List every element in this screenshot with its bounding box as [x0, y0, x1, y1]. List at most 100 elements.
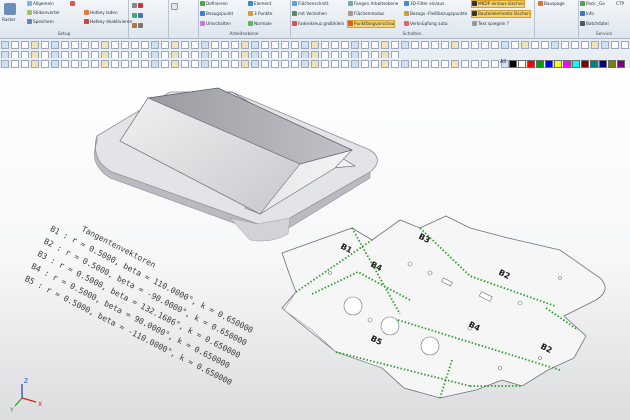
toolbar-tool-icon[interactable] — [481, 60, 489, 68]
normale-button[interactable]: Normale — [248, 21, 272, 27]
bezugspunkte-button[interactable]: Bezugs.-Fleißbezugspunkte — [404, 11, 467, 17]
grid-icon[interactable] — [4, 3, 16, 15]
color-swatch[interactable] — [617, 60, 625, 68]
toolbar-tool-icon[interactable] — [251, 41, 259, 49]
toolbar-tool-icon[interactable] — [1, 60, 9, 68]
toolbar-tool-icon[interactable] — [131, 41, 139, 49]
color-swatch[interactable] — [545, 60, 553, 68]
tool-icon-c[interactable] — [132, 23, 144, 29]
toolbar-tool-icon[interactable] — [281, 41, 289, 49]
toolbar-tool-icon[interactable] — [401, 41, 409, 49]
toolbar-tool-icon[interactable] — [171, 41, 179, 49]
toolbar-tool-icon[interactable] — [321, 41, 329, 49]
toolbar-tool-icon[interactable] — [341, 41, 349, 49]
toolbar-tool-icon[interactable] — [461, 60, 469, 68]
toolbar-tool-icon[interactable] — [191, 60, 199, 68]
toolbar-tool-icon[interactable] — [241, 60, 249, 68]
toolbar-tool-icon[interactable] — [471, 60, 479, 68]
toolbar-tool-icon[interactable] — [71, 60, 79, 68]
flaechenschnitt-button[interactable]: Flächenschnitt — [292, 1, 329, 7]
color-swatch[interactable] — [608, 60, 616, 68]
toolbar-tool-icon[interactable] — [291, 60, 299, 68]
toolbar-tool-icon[interactable] — [481, 41, 489, 49]
toolbar-tool-icon[interactable] — [571, 41, 579, 49]
toolbar-tool-icon[interactable] — [391, 60, 399, 68]
toolbar-tool-icon[interactable] — [61, 41, 69, 49]
toolbar-tool-icon[interactable] — [261, 60, 269, 68]
raster-button[interactable]: Raster — [2, 17, 16, 23]
toolbar-tool-icon[interactable] — [191, 41, 199, 49]
definieren-button[interactable]: Definieren — [200, 1, 228, 7]
toolbar-tool-icon[interactable] — [461, 41, 469, 49]
toolbar-tool-icon[interactable] — [31, 60, 39, 68]
toolbar-tool-icon[interactable] — [361, 60, 369, 68]
toolbar-tool-icon[interactable] — [41, 60, 49, 68]
toolbar-tool-icon[interactable] — [161, 41, 169, 49]
toolbar-tool-icon[interactable] — [401, 60, 409, 68]
toolbar-tool-icon[interactable] — [181, 41, 189, 49]
color-swatch[interactable] — [572, 60, 580, 68]
bauteilelemente-button[interactable]: Bauteilelemente löschen — [471, 10, 531, 18]
toolbar-tool-icon[interactable] — [421, 41, 429, 49]
toolbar-tool-icon[interactable] — [351, 41, 359, 49]
toolbar-tool-icon[interactable] — [151, 41, 159, 49]
all-colors-button[interactable]: All — [500, 59, 506, 65]
text-spiegeln-button[interactable]: Text spiegeln ? — [472, 21, 509, 27]
color-swatch[interactable] — [509, 60, 517, 68]
toolbar-tool-icon[interactable] — [81, 60, 89, 68]
speichern-button[interactable]: Speichern — [27, 19, 54, 25]
toolbar-tool-icon[interactable] — [331, 41, 339, 49]
cad-viewport[interactable]: Tangentenvektoren B1 : r = 0.5000, beta … — [0, 68, 630, 420]
mkdp-button[interactable]: MKDP ein/aus löschen — [470, 0, 526, 8]
toolbar-tool-icon[interactable] — [281, 60, 289, 68]
setup-extra-button[interactable] — [70, 1, 76, 7]
toolbar-tool-icon[interactable] — [141, 60, 149, 68]
batchdatei-button[interactable]: Batchdatei — [580, 21, 609, 27]
toolbar-tool-icon[interactable] — [271, 41, 279, 49]
color-swatch[interactable] — [554, 60, 562, 68]
flat-pattern[interactable]: B1 B2 B3 B4 B4 B5 B2 — [281, 215, 606, 399]
toolbar-tool-icon[interactable] — [211, 60, 219, 68]
toolbar-tool-icon[interactable] — [431, 60, 439, 68]
toolbar-tool-icon[interactable] — [501, 41, 509, 49]
color-swatch[interactable] — [590, 60, 598, 68]
toolbar-tool-icon[interactable] — [541, 41, 549, 49]
flaechenmodus-button[interactable]: Flächenmodus — [348, 11, 384, 17]
toolbar-tool-icon[interactable] — [11, 41, 19, 49]
drei-punkte-button[interactable]: 3 Punkte — [248, 11, 272, 17]
toolbar-tool-icon[interactable] — [171, 60, 179, 68]
toolbar-tool-icon[interactable] — [621, 41, 629, 49]
toolbar-tool-icon[interactable] — [371, 41, 379, 49]
toolbar-tool-icon[interactable] — [101, 41, 109, 49]
toolbar-tool-icon[interactable] — [381, 41, 389, 49]
pack-go-button[interactable]: Pack _Go — [580, 1, 605, 7]
toolbar-tool-icon[interactable] — [531, 41, 539, 49]
toolbar-tool-icon[interactable] — [241, 41, 249, 49]
toolbar-tool-icon[interactable] — [101, 60, 109, 68]
toolbar-tool-icon[interactable] — [611, 41, 619, 49]
toolbar-tool-icon[interactable] — [451, 41, 459, 49]
toolbar-tool-icon[interactable] — [1, 41, 9, 49]
toolbar-tool-icon[interactable] — [121, 41, 129, 49]
toolbar-tool-icon[interactable] — [311, 41, 319, 49]
toolbar-tool-icon[interactable] — [131, 60, 139, 68]
toolbar-tool-icon[interactable] — [431, 41, 439, 49]
toolbar-tool-icon[interactable] — [351, 60, 359, 68]
bezugspunkt-button[interactable]: Bezugspunkt — [200, 11, 233, 17]
toolbar-tool-icon[interactable] — [161, 60, 169, 68]
color-swatch[interactable] — [518, 60, 526, 68]
toolbar-tool-icon[interactable] — [471, 41, 479, 49]
toolbar-tool-icon[interactable] — [41, 41, 49, 49]
tool-icon-a[interactable] — [132, 3, 144, 9]
toolbar-tool-icon[interactable] — [301, 41, 309, 49]
toolbar-tool-icon[interactable] — [291, 41, 299, 49]
toolbar-tool-icon[interactable] — [91, 41, 99, 49]
info-button[interactable]: Info — [580, 11, 594, 17]
toolbar-tool-icon[interactable] — [581, 41, 589, 49]
toolbar-tool-icon[interactable] — [31, 41, 39, 49]
toolbar-tool-icon[interactable] — [71, 41, 79, 49]
toolbar-tool-icon[interactable] — [111, 60, 119, 68]
hotkey-deaktivieren-button[interactable]: Hotkey deaktivieren — [84, 19, 132, 25]
toolbar-tool-icon[interactable] — [231, 41, 239, 49]
toolbar-tool-icon[interactable] — [441, 41, 449, 49]
